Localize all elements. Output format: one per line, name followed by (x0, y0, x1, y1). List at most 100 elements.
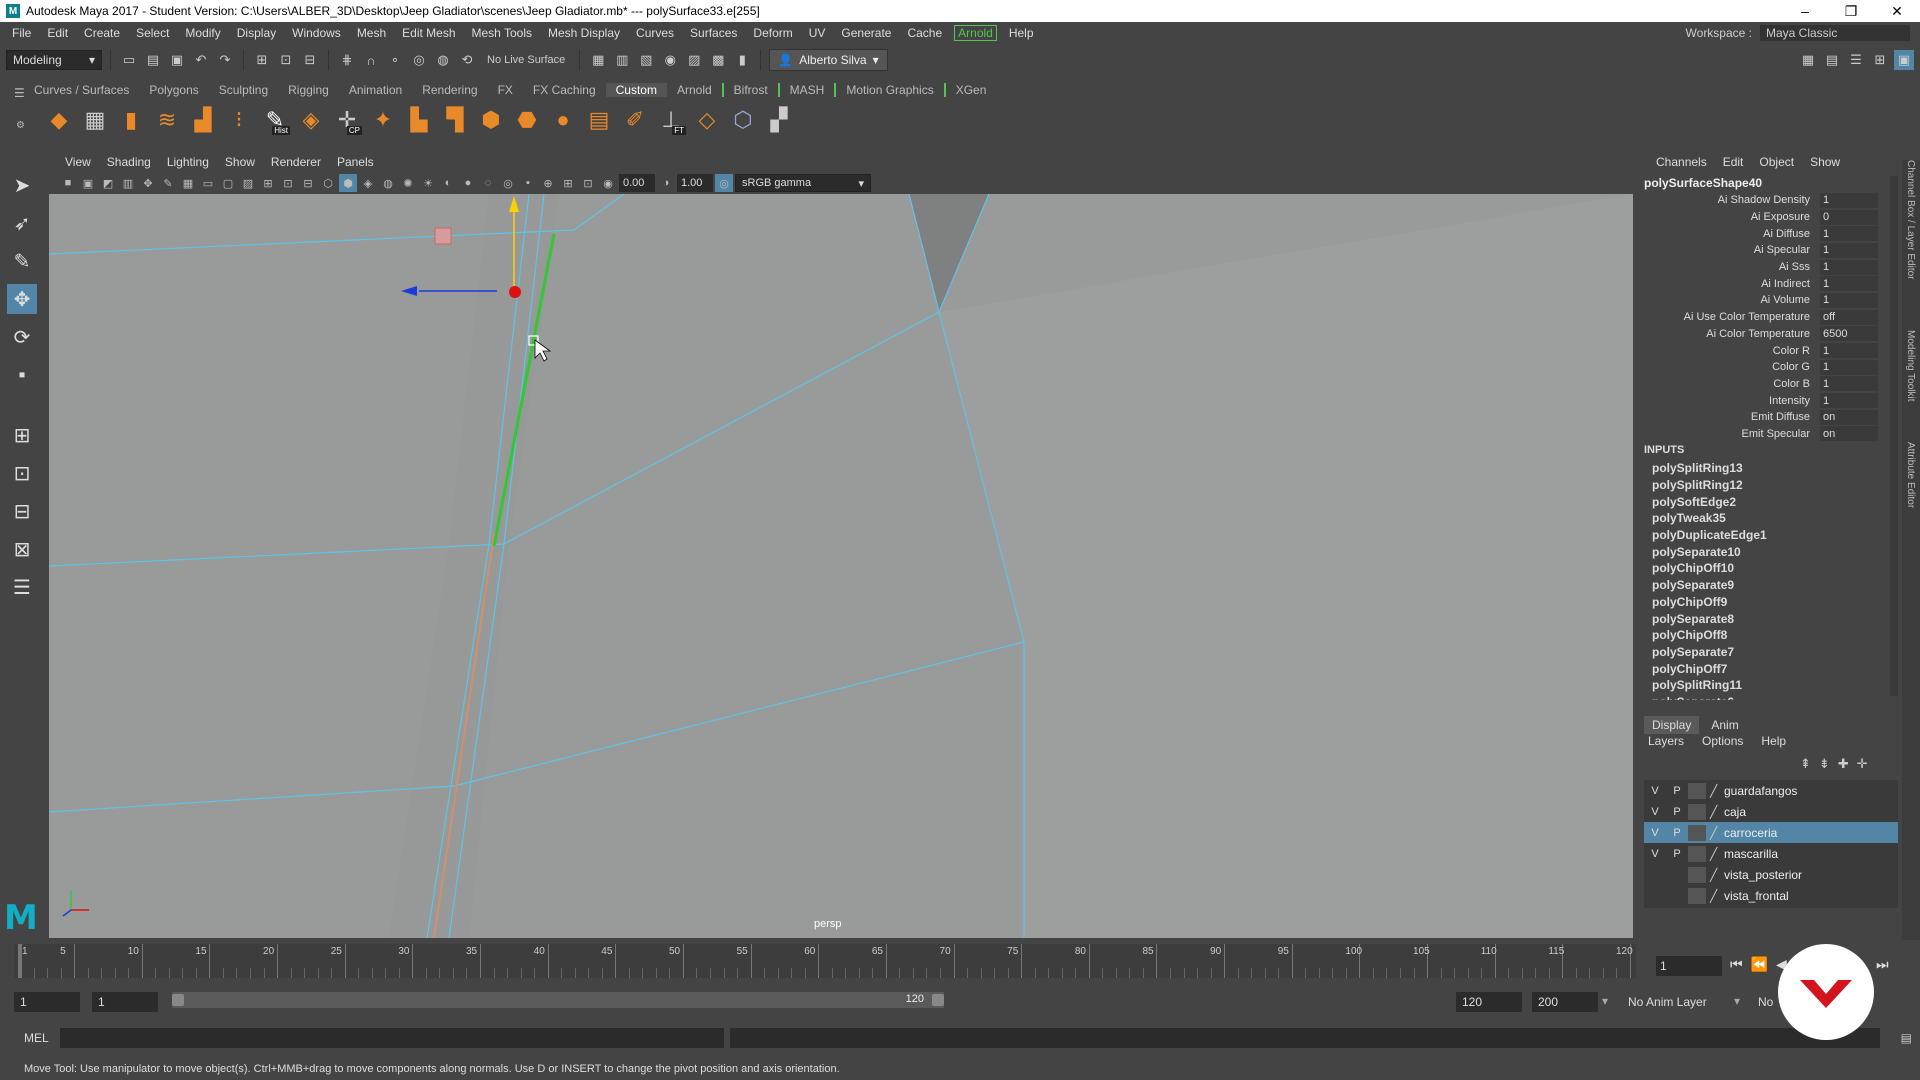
merge-icon[interactable]: ▟ (188, 105, 218, 135)
gate-mask-icon[interactable]: ▨ (239, 174, 257, 192)
channel-box-icon[interactable]: ▣ (1894, 50, 1914, 70)
shelf-tab-sculpting[interactable]: Sculpting (209, 83, 278, 97)
input-node[interactable]: polySplitRing12 (1652, 477, 1892, 494)
attribute-row[interactable]: Ai Volume 1 (1644, 292, 1888, 309)
ipr-render-icon[interactable]: ▥ (612, 50, 632, 70)
shelf-tab-motion-graphics[interactable]: Motion Graphics (834, 83, 946, 97)
plane-icon[interactable]: ◈ (296, 105, 326, 135)
input-node[interactable]: polyChipOff10 (1652, 560, 1892, 577)
layer-row[interactable]: V P ╱ caja (1644, 801, 1898, 822)
node-name[interactable]: polySurfaceShape40 (1644, 176, 1762, 190)
grid-icon[interactable]: ▦ (80, 105, 110, 135)
viewport-menu-panels[interactable]: Panels (329, 155, 382, 169)
shelf-tab-rigging[interactable]: Rigging (278, 83, 339, 97)
multicut-icon[interactable]: ✦ (368, 105, 398, 135)
grease-pencil-icon[interactable]: ✎ (159, 174, 177, 192)
current-frame-field[interactable]: 1 (1656, 956, 1722, 976)
attribute-row[interactable]: Ai Color Temperature 6500 (1644, 326, 1888, 343)
layer-tab-anim[interactable]: Anim (1703, 716, 1746, 734)
new-layer-icon[interactable]: ✚ (1838, 756, 1849, 772)
channel-menu-show[interactable]: Show (1802, 155, 1848, 169)
menu-curves[interactable]: Curves (628, 26, 682, 40)
bevel-icon[interactable]: ▜ (440, 105, 470, 135)
move-layer-down-icon[interactable]: ⇟ (1819, 756, 1830, 772)
target-weld-icon[interactable]: ◇ (692, 105, 722, 135)
cube-icon[interactable]: ⬢ (476, 105, 506, 135)
layer-row-selected[interactable]: V P ╱ carroceria (1644, 822, 1898, 843)
menu-mesh-tools[interactable]: Mesh Tools (464, 26, 540, 40)
single-pane-icon[interactable]: ⊞ (7, 420, 37, 450)
outliner-toggle-icon[interactable]: ⊞ (1870, 50, 1890, 70)
layer-color-swatch[interactable] (1688, 803, 1706, 820)
render-view-icon[interactable]: ▨ (684, 50, 704, 70)
menu-set-dropdown[interactable]: Modeling ▾ (6, 50, 102, 70)
frame-all-icon[interactable]: ⊞ (559, 174, 577, 192)
film-gate-icon[interactable]: ▭ (199, 174, 217, 192)
layer-menu-help[interactable]: Help (1761, 734, 1786, 748)
attribute-row[interactable]: Ai Sss 1 (1644, 259, 1888, 276)
layer-color-swatch[interactable] (1688, 845, 1706, 862)
undo-icon[interactable]: ↶ (191, 50, 211, 70)
isolate-select-icon[interactable]: ● (459, 174, 477, 192)
attribute-editor-icon[interactable]: ▤ (1822, 50, 1842, 70)
attribute-row[interactable]: Color B 1 (1644, 376, 1888, 393)
menu-mesh-display[interactable]: Mesh Display (540, 26, 628, 40)
select-component-icon[interactable]: ⊟ (300, 50, 320, 70)
menu-modify[interactable]: Modify (177, 26, 228, 40)
menu-display[interactable]: Display (229, 26, 284, 40)
wireframe-icon[interactable]: ⬡ (319, 174, 337, 192)
snap-grid-icon[interactable]: ⋕ (337, 50, 357, 70)
camera-icon[interactable]: ■ (59, 174, 77, 192)
input-node[interactable]: polyDuplicateEdge1 (1652, 527, 1892, 544)
attribute-value[interactable]: 1 (1820, 226, 1878, 242)
snap-surface-icon[interactable]: ◍ (433, 50, 453, 70)
menu-surfaces[interactable]: Surfaces (682, 26, 745, 40)
layer-name[interactable]: caja (1724, 805, 1746, 819)
layer-visibility[interactable]: V (1644, 785, 1666, 797)
extrude-face-icon[interactable]: ▙ (404, 105, 434, 135)
input-node[interactable]: polyChipOff9 (1652, 594, 1892, 611)
attribute-value[interactable]: 1 (1820, 343, 1878, 359)
go-to-start-icon[interactable]: ⏮ (1730, 956, 1743, 973)
layer-playback[interactable]: P (1666, 848, 1688, 860)
exposure-icon[interactable]: ◉ (599, 174, 617, 192)
layer-visibility[interactable]: V (1644, 806, 1666, 818)
attribute-value[interactable]: on (1820, 426, 1878, 442)
snap-curve-icon[interactable]: ∩ (361, 50, 381, 70)
gamma-icon[interactable]: ◑ (657, 174, 675, 192)
bridge-icon[interactable]: ≋ (152, 105, 182, 135)
menu-select[interactable]: Select (128, 26, 177, 40)
rotate-tool-icon[interactable]: ⟳ (7, 322, 37, 352)
playback-start-field[interactable]: 1 (92, 992, 158, 1012)
attribute-row[interactable]: Ai Use Color Temperature off (1644, 309, 1888, 326)
save-scene-icon[interactable]: ▣ (167, 50, 187, 70)
attribute-value[interactable]: 0 (1820, 209, 1878, 225)
shelf-tab-bifrost[interactable]: Bifrost (721, 83, 778, 97)
layer-row[interactable]: ╱ vista_frontal (1644, 885, 1898, 906)
command-input[interactable] (60, 1028, 724, 1048)
layer-visibility[interactable]: V (1644, 827, 1666, 839)
snap-view-icon[interactable]: ◎ (409, 50, 429, 70)
color-management-icon[interactable]: ◎ (715, 174, 733, 192)
attribute-row[interactable]: Ai Shadow Density 1 (1644, 192, 1888, 209)
attribute-value[interactable]: 1 (1820, 259, 1878, 275)
channel-menu-channels[interactable]: Channels (1648, 155, 1715, 169)
menu-deform[interactable]: Deform (745, 26, 800, 40)
safe-title-icon[interactable]: ⊟ (299, 174, 317, 192)
layer-playback[interactable]: P (1666, 785, 1688, 797)
channel-menu-edit[interactable]: Edit (1715, 155, 1752, 169)
layout-icon[interactable]: ▞ (764, 105, 794, 135)
attribute-row[interactable]: Ai Exposure 0 (1644, 209, 1888, 226)
go-to-end-icon[interactable]: ⏭ (1876, 956, 1889, 973)
make-live-icon[interactable]: ⟲ (457, 50, 477, 70)
layer-color-swatch[interactable] (1688, 866, 1706, 883)
range-start-handle[interactable] (172, 994, 184, 1006)
menu-arnold[interactable]: Arnold (954, 25, 997, 41)
input-node[interactable]: polySeparate10 (1652, 543, 1892, 560)
script-language-toggle[interactable]: MEL (0, 1031, 60, 1045)
close-button[interactable]: ✕ (1874, 3, 1920, 20)
layer-color-swatch[interactable] (1688, 887, 1706, 904)
shadows-icon[interactable]: ☀ (419, 174, 437, 192)
history-icon[interactable]: ✎ Hist (260, 105, 290, 135)
menu-file[interactable]: File (4, 26, 39, 40)
